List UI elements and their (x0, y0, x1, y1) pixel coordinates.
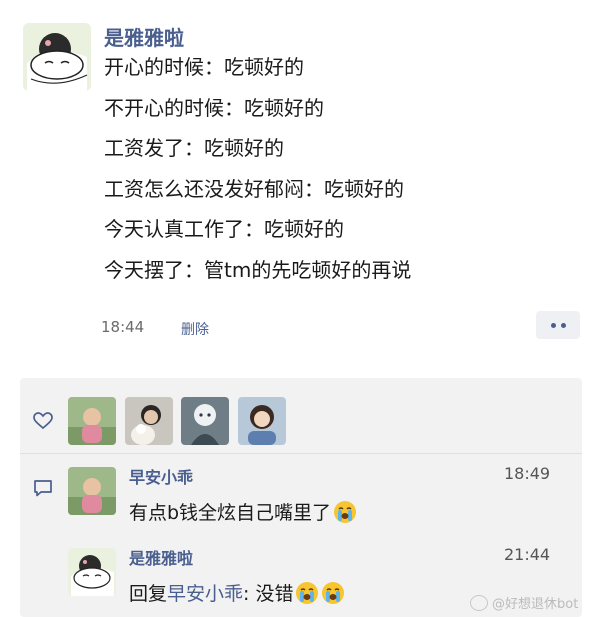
post-line: 今天认真工作了：吃顿好的 (104, 217, 344, 242)
liker-avatar[interactable] (68, 397, 116, 445)
post-author-name[interactable]: 是雅雅啦 (104, 22, 184, 51)
post-line: 不开心的时候：吃顿好的 (104, 95, 324, 120)
weibo-logo-icon (470, 594, 488, 611)
reply-prefix: 回复 (129, 583, 168, 605)
liker-avatar[interactable] (181, 397, 229, 445)
commenter-name[interactable]: 早安小乖 (129, 464, 193, 488)
comment-body: 有点b钱全炫自己嘴里了 (129, 502, 332, 524)
comment-icon (34, 480, 52, 497)
comment-body: : 没错 (243, 583, 294, 605)
comment-text: 有点b钱全炫自己嘴里了 (129, 498, 357, 525)
reply-target-name[interactable]: 早安小乖 (167, 579, 243, 606)
loudly-crying-face-icon (296, 581, 319, 604)
author-avatar[interactable] (23, 23, 91, 91)
loudly-crying-face-icon (322, 581, 345, 604)
post-line: 今天摆了：管tm的先吃顿好的再说 (104, 257, 412, 282)
post-line: 工资怎么还没发好郁闷：吃顿好的 (104, 176, 404, 201)
liker-avatar[interactable] (125, 397, 173, 445)
commenter-avatar[interactable] (68, 467, 116, 515)
liker-avatar[interactable] (238, 397, 286, 445)
commenter-avatar[interactable] (68, 548, 116, 596)
watermark-text: @好想退休bot (492, 597, 579, 612)
post-line: 工资发了：吃顿好的 (104, 136, 284, 161)
panel-divider (20, 453, 582, 454)
comment-timestamp: 18:49 (504, 464, 551, 483)
watermark: @好想退休bot (470, 593, 578, 612)
loudly-crying-face-icon (334, 500, 357, 523)
comment-timestamp: 21:44 (504, 545, 551, 564)
delete-button[interactable]: 删除 (181, 319, 209, 339)
post-content: 开心的时候：吃顿好的 不开心的时候：吃顿好的 工资发了：吃顿好的 工资怎么还没发… (104, 57, 411, 301)
more-dot-icon (550, 322, 556, 328)
post-line: 开心的时候：吃顿好的 (104, 55, 304, 79)
more-options-button[interactable] (536, 311, 580, 339)
more-dot-icon (560, 322, 566, 328)
comment-text: 回复 早安小乖 : 没错 (129, 579, 345, 606)
commenter-name[interactable]: 是雅雅啦 (129, 545, 193, 569)
heart-icon (33, 412, 53, 430)
post-timestamp: 18:44 (101, 318, 145, 336)
